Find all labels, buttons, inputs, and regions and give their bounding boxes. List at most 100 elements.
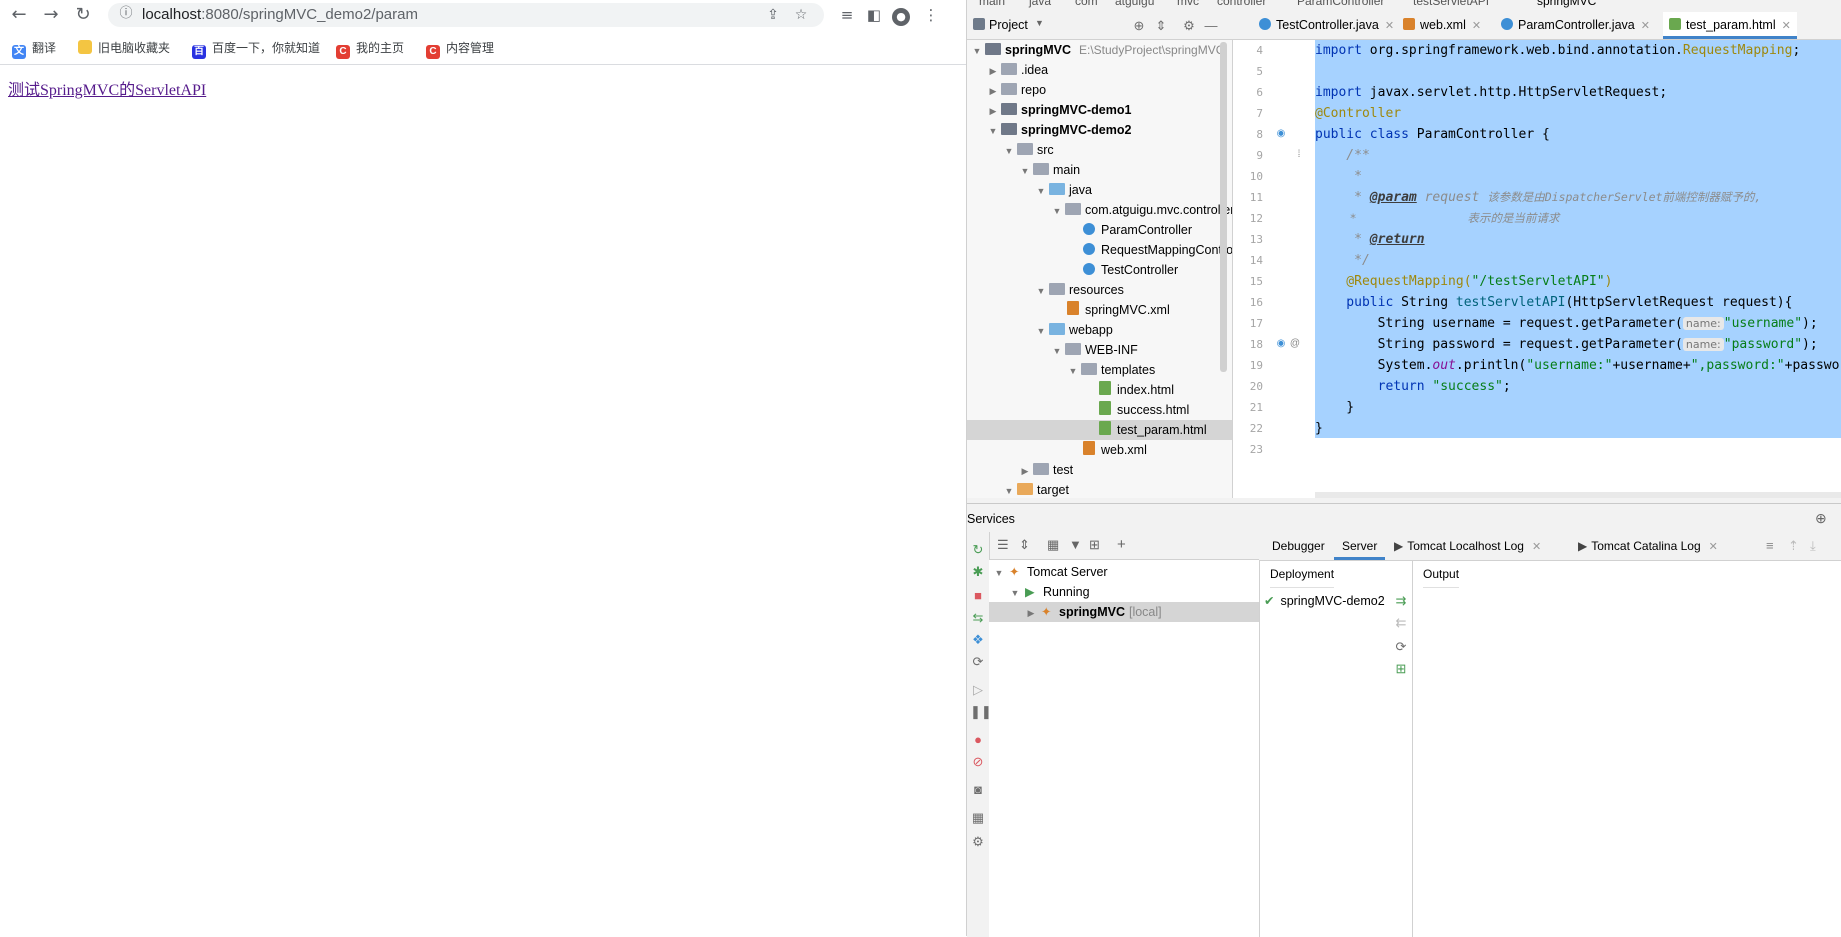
service-running[interactable]: ▼ ▶ Running [989, 582, 1259, 602]
tree-item-test-param-html[interactable]: test_param.html [967, 420, 1232, 440]
close-icon[interactable]: ✕ [1641, 20, 1650, 32]
tree-item-param-controller[interactable]: ParamController [967, 220, 1232, 240]
tree-item-web-inf[interactable]: ▼ WEB-INF [967, 340, 1232, 360]
bookmark-old-favorites[interactable]: 旧电脑收藏夹 [78, 39, 170, 57]
deploy-icon[interactable]: ❖ [970, 632, 986, 648]
tab-param-controller[interactable]: ParamController.java ✕ [1495, 12, 1656, 39]
update-app-icon[interactable]: ⇆ [970, 610, 986, 626]
tab-tomcat-catalina-log[interactable]: ▶ Tomcat Catalina Log ✕ [1570, 532, 1726, 560]
tree-item-success-html[interactable]: success.html [967, 400, 1232, 420]
chevron-down-icon[interactable]: ▼ [1051, 341, 1063, 361]
tree-item-springmvc-xml[interactable]: springMVC.xml [967, 300, 1232, 320]
tree-item-idea[interactable]: ▶ .idea [967, 60, 1232, 80]
breadcrumb-item[interactable]: atguigu [1115, 0, 1154, 8]
tree-item-repo[interactable]: ▶ repo [967, 80, 1232, 100]
refresh-icon[interactable]: ⟳ [1393, 639, 1409, 655]
tree-item-java[interactable]: ▼ java [967, 180, 1232, 200]
expand-all-icon[interactable]: ☰ [997, 537, 1009, 553]
address-bar[interactable]: ⓘ localhost:8080/springMVC_demo2/param ⇪… [108, 3, 824, 27]
chevron-down-icon[interactable]: ▼ [1035, 321, 1047, 341]
chevron-down-icon[interactable]: ▼ [1035, 281, 1047, 301]
add-service-icon[interactable]: + [1117, 536, 1126, 553]
chevron-down-icon[interactable]: ▼ [1003, 481, 1015, 498]
stop-icon[interactable]: ■ [970, 588, 986, 604]
deploy-icon[interactable]: ⇉ [1393, 593, 1409, 609]
bookmark-my-homepage[interactable]: C 我的主页 [336, 39, 404, 59]
breadcrumb-item[interactable]: testServletAPI [1413, 0, 1489, 8]
breadcrumb-item[interactable]: main [979, 0, 1005, 8]
profile-avatar-icon[interactable]: ● [890, 4, 912, 26]
close-icon[interactable]: ✕ [1709, 541, 1718, 553]
chevron-down-icon[interactable]: ▼ [1067, 361, 1079, 381]
breadcrumb-item[interactable]: java [1029, 0, 1051, 8]
settings-icon[interactable]: ⊕ [1815, 510, 1827, 527]
tab-test-param-html[interactable]: test_param.html ✕ [1663, 12, 1797, 39]
back-icon[interactable]: ← [8, 4, 30, 26]
tab-web-xml[interactable]: web.xml ✕ [1397, 12, 1487, 39]
add-artifact-icon[interactable]: ⊞ [1393, 661, 1409, 677]
chevron-right-icon[interactable]: ▶ [987, 61, 999, 81]
bean-icon[interactable]: ◉ [1275, 338, 1287, 350]
chevron-down-icon[interactable]: ▼ [1009, 583, 1021, 603]
deployment-item[interactable]: ✔ springMVC-demo2 [1264, 591, 1390, 611]
menu-icon[interactable]: ≡ [1766, 538, 1774, 553]
service-tomcat-server[interactable]: ▼ ✦ Tomcat Server [989, 562, 1259, 582]
refresh-icon[interactable]: ⟳ [970, 654, 986, 670]
site-info-icon[interactable]: ⓘ [118, 6, 134, 22]
tree-item-src[interactable]: ▼ src [967, 140, 1232, 160]
tree-item-demo1[interactable]: ▶ springMVC-demo1 [967, 100, 1232, 120]
chevron-down-icon[interactable]: ▼ [1003, 141, 1015, 161]
forward-icon[interactable]: → [40, 4, 62, 26]
reload-icon[interactable]: ↻ [72, 4, 94, 26]
tree-item-test[interactable]: ▶ test [967, 460, 1232, 480]
tree-item-resources[interactable]: ▼ resources [967, 280, 1232, 300]
bookmark-translate[interactable]: 文翻译 [12, 39, 56, 59]
chevron-right-icon[interactable]: ▶ [987, 81, 999, 101]
chevron-down-icon[interactable]: ▼ [1019, 161, 1031, 181]
close-icon[interactable]: ✕ [1782, 20, 1791, 32]
url-text[interactable]: localhost:8080/springMVC_demo2/param [142, 6, 418, 24]
tree-item-web-xml[interactable]: web.xml [967, 440, 1232, 460]
close-icon[interactable]: ✕ [1532, 541, 1541, 553]
breadcrumb-item[interactable]: com [1075, 0, 1098, 8]
project-view-selector[interactable]: Project [989, 18, 1028, 32]
mapping-icon[interactable]: @ [1289, 338, 1301, 350]
close-icon[interactable]: ✕ [1385, 20, 1394, 32]
reading-list-icon[interactable]: ≡ [836, 4, 858, 26]
tree-item-index-html[interactable]: index.html [967, 380, 1232, 400]
tree-item-demo2[interactable]: ▼ springMVC-demo2 [967, 120, 1232, 140]
locate-file-icon[interactable]: ⊕ [1131, 18, 1147, 34]
resume-icon[interactable]: ▷ [970, 682, 986, 698]
collapse-all-icon[interactable]: ⇕ [1153, 18, 1169, 34]
camera-icon[interactable]: ◙ [970, 782, 986, 798]
tree-item-springmvc[interactable]: ▼ springMVC E:\StudyProject\springMVC [967, 40, 1232, 60]
tab-debugger[interactable]: Debugger [1264, 532, 1333, 560]
hide-panel-icon[interactable]: — [1203, 18, 1219, 34]
tree-item-main[interactable]: ▼ main [967, 160, 1232, 180]
breakpoints-icon[interactable]: ● [970, 732, 986, 748]
editor-horizontal-scrollbar[interactable] [1315, 492, 1841, 498]
code-editor[interactable]: import org.springframework.web.bind.anno… [1315, 40, 1841, 498]
bookmark-content-manage[interactable]: C 内容管理 [426, 39, 494, 59]
tab-test-controller[interactable]: TestController.java ✕ [1253, 12, 1400, 39]
scroll-up-icon[interactable]: ⇡ [1788, 538, 1799, 554]
chevron-down-icon[interactable]: ▼ [971, 41, 983, 61]
chevron-right-icon[interactable]: ▶ [1025, 603, 1037, 623]
group-by-icon[interactable]: ▦ [1047, 537, 1059, 553]
rerun-icon[interactable]: ↻ [970, 542, 986, 558]
tree-item-templates[interactable]: ▼ templates [967, 360, 1232, 380]
chevron-right-icon[interactable]: ▶ [987, 101, 999, 121]
tree-item-test-controller[interactable]: TestController [967, 260, 1232, 280]
chevron-down-icon[interactable]: ▼ [1035, 18, 1044, 28]
servlet-api-test-link[interactable]: 测试SpringMVC的ServletAPI [8, 76, 206, 100]
bean-icon[interactable]: ◉ [1275, 128, 1287, 140]
chevron-down-icon[interactable]: ▼ [987, 121, 999, 141]
scroll-end-icon[interactable]: ⤓ [1810, 538, 1816, 554]
mute-breakpoints-icon[interactable]: ⊘ [970, 754, 986, 770]
tree-item-package[interactable]: ▼ com.atguigu.mvc.controller [967, 200, 1232, 220]
tab-server[interactable]: Server [1334, 532, 1386, 560]
bookmark-star-icon[interactable]: ☆ [792, 7, 810, 23]
service-springmvc-local[interactable]: ▶ ✦ springMVC [local] [989, 602, 1259, 622]
share-icon[interactable]: ⇪ [764, 7, 782, 23]
chevron-down-icon[interactable]: ▼ [1051, 201, 1063, 221]
